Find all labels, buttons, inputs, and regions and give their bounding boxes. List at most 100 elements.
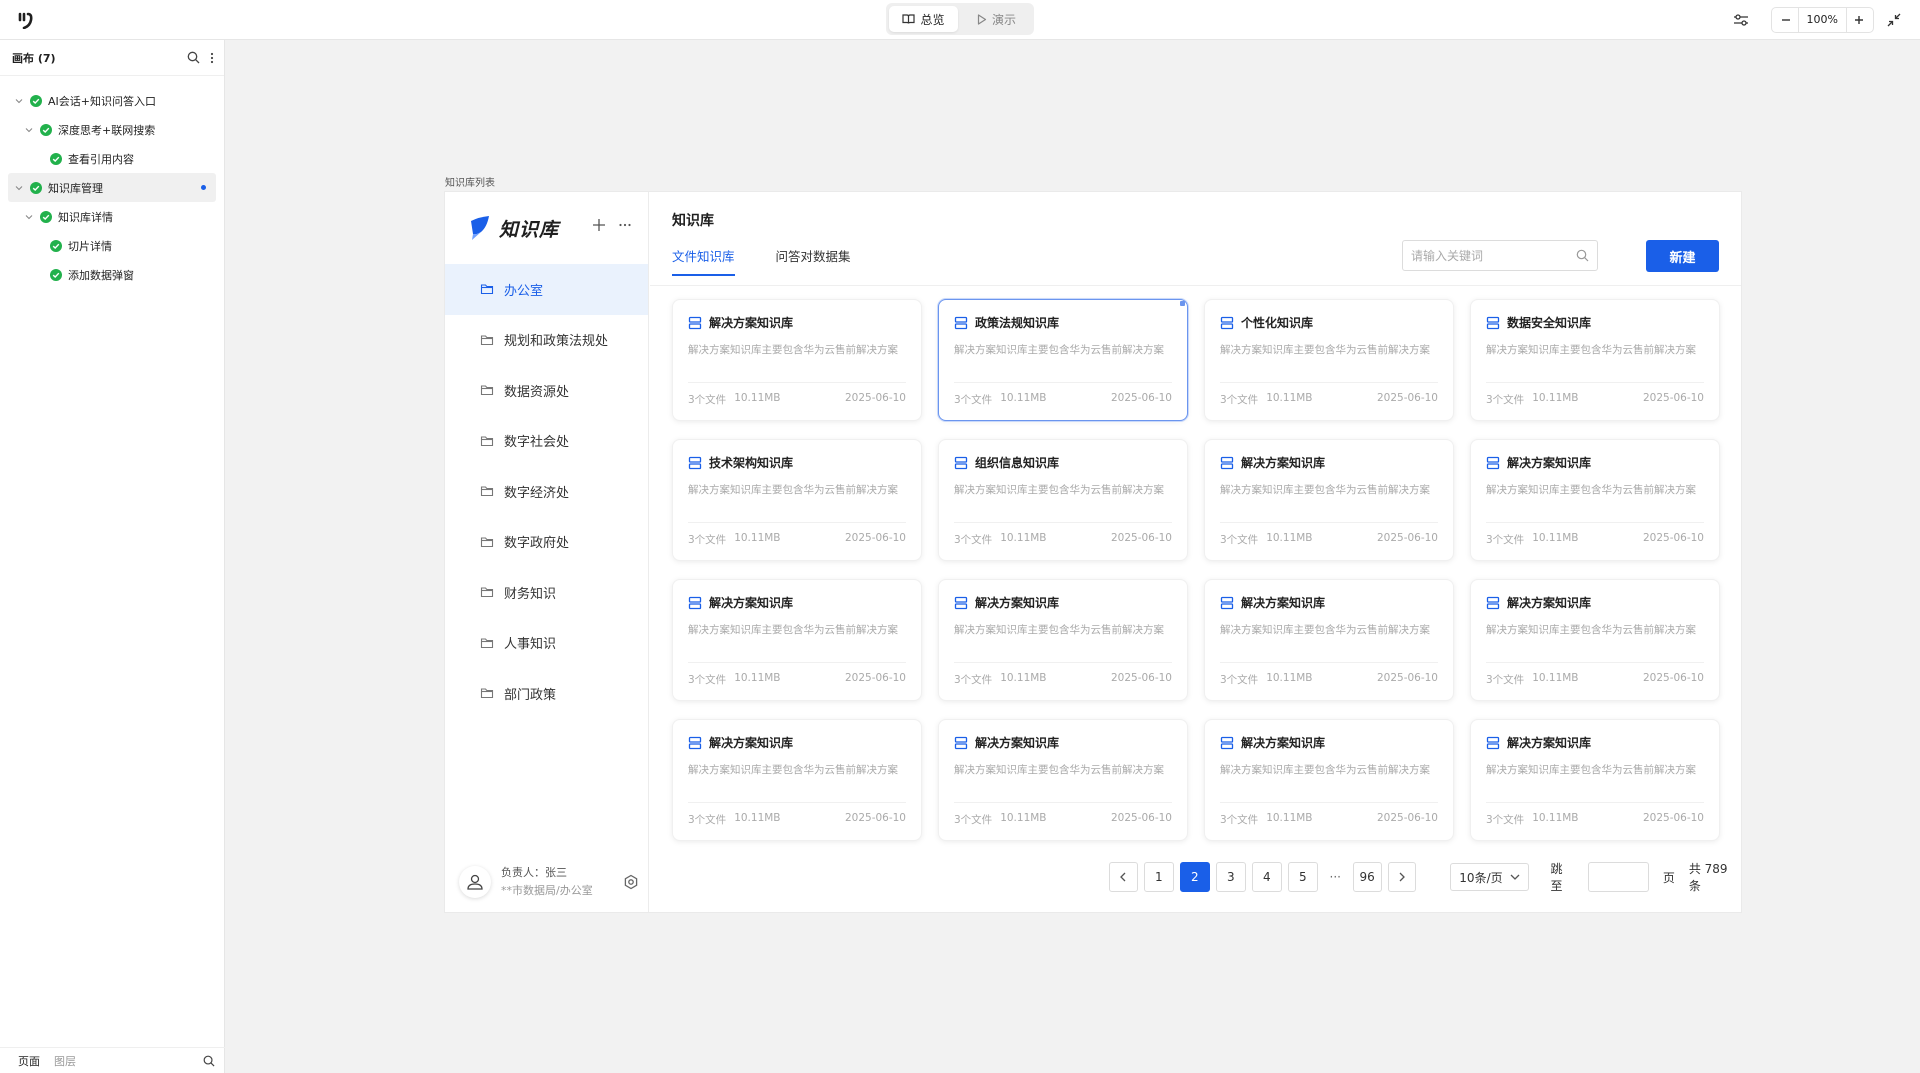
- menu-item[interactable]: 办公室: [445, 264, 648, 315]
- kb-brand: 知识库: [467, 214, 559, 242]
- next-page-button[interactable]: [1387, 862, 1417, 892]
- kb-card[interactable]: 数据安全知识库 解决方案知识库主要包含华为云售前解决方案 3个文件 10.11MB 20…: [1470, 299, 1720, 421]
- page-number-button[interactable]: 4: [1251, 862, 1282, 892]
- menu-item[interactable]: 数据资源处: [445, 365, 648, 416]
- menu-item[interactable]: 部门政策: [445, 668, 648, 719]
- page-number-button[interactable]: 3: [1215, 862, 1246, 892]
- database-icon: [1220, 736, 1234, 750]
- card-description: 解决方案知识库主要包含华为云售前解决方案: [954, 764, 1164, 776]
- prev-page-button[interactable]: [1109, 862, 1138, 892]
- zoom-out-icon[interactable]: [1774, 8, 1798, 32]
- database-icon: [688, 316, 702, 330]
- more-vertical-icon[interactable]: [210, 52, 214, 64]
- last-page-button[interactable]: 96: [1352, 862, 1382, 892]
- page-ellipsis[interactable]: ···: [1324, 870, 1347, 884]
- menu-item-label: 数字经济处: [504, 485, 570, 501]
- chevron-down-icon[interactable]: [24, 212, 34, 222]
- kb-card[interactable]: 政策法规知识库 解决方案知识库主要包含华为云售前解决方案 3个文件 10.11MB 20…: [938, 299, 1188, 421]
- menu-item[interactable]: 财务知识: [445, 567, 648, 618]
- tree-item[interactable]: 知识库详情: [8, 202, 216, 231]
- kb-card[interactable]: 解决方案知识库 解决方案知识库主要包含华为云售前解决方案 3个文件 10.11MB 20…: [672, 719, 922, 841]
- menu-item[interactable]: 数字社会处: [445, 416, 648, 467]
- new-button[interactable]: 新建: [1646, 240, 1719, 272]
- database-icon: [1220, 456, 1234, 470]
- card-header: 个性化知识库: [1220, 314, 1438, 331]
- file-count: 3个文件: [688, 394, 727, 406]
- page-number-button[interactable]: 5: [1287, 862, 1318, 892]
- kb-main: 知识库 文件知识库 问答对数据集 新建 解决方案知识库解决方案知识库主要包含华为…: [650, 192, 1741, 912]
- tree-item[interactable]: 知识库管理: [8, 173, 216, 202]
- brand-logo-icon: [467, 215, 491, 241]
- kb-card[interactable]: 解决方案知识库 解决方案知识库主要包含华为云售前解决方案 3个文件 10.11MB 20…: [1204, 719, 1454, 841]
- tree-item[interactable]: 深度思考+联网搜索: [8, 115, 216, 144]
- avatar[interactable]: [459, 866, 491, 898]
- kb-card[interactable]: 个性化知识库 解决方案知识库主要包含华为云售前解决方案 3个文件 10.11MB 202…: [1204, 299, 1454, 421]
- settings-sliders-icon[interactable]: [1729, 8, 1753, 32]
- tab-layers[interactable]: 图层: [54, 1053, 76, 1069]
- kb-card[interactable]: 解决方案知识库 解决方案知识库主要包含华为云售前解决方案 3个文件 10.11MB 20…: [1204, 579, 1454, 701]
- department-menu: 办公室 规划和政策法规处 数据资源处数字社会处数字经济处数字政府处 财务知识 人事知识部…: [445, 264, 648, 719]
- app-logo-icon[interactable]: [18, 11, 38, 29]
- page-number-button[interactable]: 2: [1179, 862, 1210, 892]
- frame-label[interactable]: 知识库列表: [445, 174, 495, 189]
- page-tree: AI会话+知识问答入口 深度思考+联网搜索 查看引用内容 知识库管理 知识库详情 切片详情…: [0, 76, 224, 299]
- menu-item[interactable]: 人事知识: [445, 618, 648, 669]
- kb-card[interactable]: 组织信息知识库 解决方案知识库主要包含华为云售前解决方案 3个文件 10.11MB 20…: [938, 439, 1188, 561]
- updated-date: 2025-06-10: [1110, 392, 1172, 404]
- menu-item[interactable]: 数字经济处: [445, 466, 648, 517]
- zoom-in-icon[interactable]: [1847, 8, 1871, 32]
- kb-card[interactable]: 解决方案知识库 解决方案知识库主要包含华为云售前解决方案 3个文件 10.11MB 20…: [938, 579, 1188, 701]
- chevron-down-icon[interactable]: [14, 183, 24, 193]
- search-input[interactable]: [1411, 248, 1576, 263]
- menu-item[interactable]: 数字政府处: [445, 517, 648, 568]
- page-size-select[interactable]: 10条/页: [1450, 863, 1529, 891]
- gear-icon[interactable]: [623, 874, 639, 890]
- tab-file-kb[interactable]: 文件知识库: [672, 246, 735, 276]
- collapse-icon[interactable]: [1882, 8, 1906, 32]
- card-footer: 3个文件 10.11MB 2025-06-10: [954, 802, 1172, 827]
- page-number-button[interactable]: 1: [1143, 862, 1174, 892]
- tab-pages[interactable]: 页面: [18, 1053, 40, 1069]
- card-description: 解决方案知识库主要包含华为云售前解决方案: [1220, 624, 1430, 636]
- search-icon[interactable]: [203, 1055, 215, 1067]
- menu-item[interactable]: 规划和政策法规处: [445, 315, 648, 366]
- outline-footer: 页面 图层: [0, 1047, 225, 1073]
- kb-card[interactable]: 解决方案知识库 解决方案知识库主要包含华为云售前解决方案 3个文件 10.11MB 20…: [1470, 719, 1720, 841]
- overview-mode-button[interactable]: 总览: [889, 6, 958, 32]
- page-numbers: 12345: [1143, 862, 1318, 892]
- more-horizontal-icon[interactable]: [618, 218, 632, 232]
- kb-card[interactable]: 技术架构知识库 解决方案知识库主要包含华为云售前解决方案 3个文件 10.11MB 20…: [672, 439, 922, 561]
- menu-item-label: 数字社会处: [504, 435, 570, 451]
- tree-item[interactable]: 查看引用内容: [8, 144, 216, 173]
- owner-info: 负责人：张三 **市数据局/办公室: [459, 862, 639, 902]
- chevron-down-icon[interactable]: [14, 96, 24, 106]
- card-description: 解决方案知识库主要包含华为云售前解决方案: [688, 624, 898, 636]
- kb-card[interactable]: 解决方案知识库 解决方案知识库主要包含华为云售前解决方案 3个文件 10.11MB 20…: [672, 299, 922, 421]
- chevron-down-icon[interactable]: [24, 125, 34, 135]
- kb-card[interactable]: 解决方案知识库 解决方案知识库主要包含华为云售前解决方案 3个文件 10.11MB 20…: [938, 719, 1188, 841]
- check-circle-icon: [30, 181, 42, 194]
- total-count: 共 789 条: [1688, 862, 1728, 893]
- search-icon[interactable]: [187, 51, 200, 64]
- card-footer: 3个文件 10.11MB 2025-06-10: [1220, 802, 1438, 827]
- file-size: 10.11MB: [1266, 812, 1313, 824]
- jump-page-input[interactable]: [1587, 862, 1649, 892]
- tree-item[interactable]: AI会话+知识问答入口: [8, 86, 216, 115]
- tree-item[interactable]: 添加数据弹窗: [8, 260, 216, 289]
- add-icon[interactable]: [592, 218, 606, 232]
- selection-handle[interactable]: [1180, 301, 1185, 306]
- kb-card[interactable]: 解决方案知识库 解决方案知识库主要包含华为云售前解决方案 3个文件 10.11MB 20…: [672, 579, 922, 701]
- kb-card[interactable]: 解决方案知识库 解决方案知识库主要包含华为云售前解决方案 3个文件 10.11MB 20…: [1470, 439, 1720, 561]
- zoom-level[interactable]: 100%: [1797, 8, 1847, 32]
- database-icon: [1220, 596, 1234, 610]
- kb-card[interactable]: 解决方案知识库 解决方案知识库主要包含华为云售前解决方案 3个文件 10.11MB 20…: [1470, 579, 1720, 701]
- mode-switch: 总览 演示: [886, 3, 1034, 35]
- knowledge-base-frame: 知识库 办公室 规划和政策法规处 数据资源处数字社会处数字经济处数字政府处 财务知识人…: [445, 192, 1741, 912]
- present-mode-button[interactable]: 演示: [962, 6, 1031, 32]
- kb-card[interactable]: 解决方案知识库 解决方案知识库主要包含华为云售前解决方案 3个文件 10.11MB 20…: [1204, 439, 1454, 561]
- folder-icon: [480, 686, 494, 700]
- search-icon[interactable]: [1576, 249, 1589, 262]
- tab-qa-dataset[interactable]: 问答对数据集: [776, 246, 851, 276]
- tree-item[interactable]: 切片详情: [8, 231, 216, 260]
